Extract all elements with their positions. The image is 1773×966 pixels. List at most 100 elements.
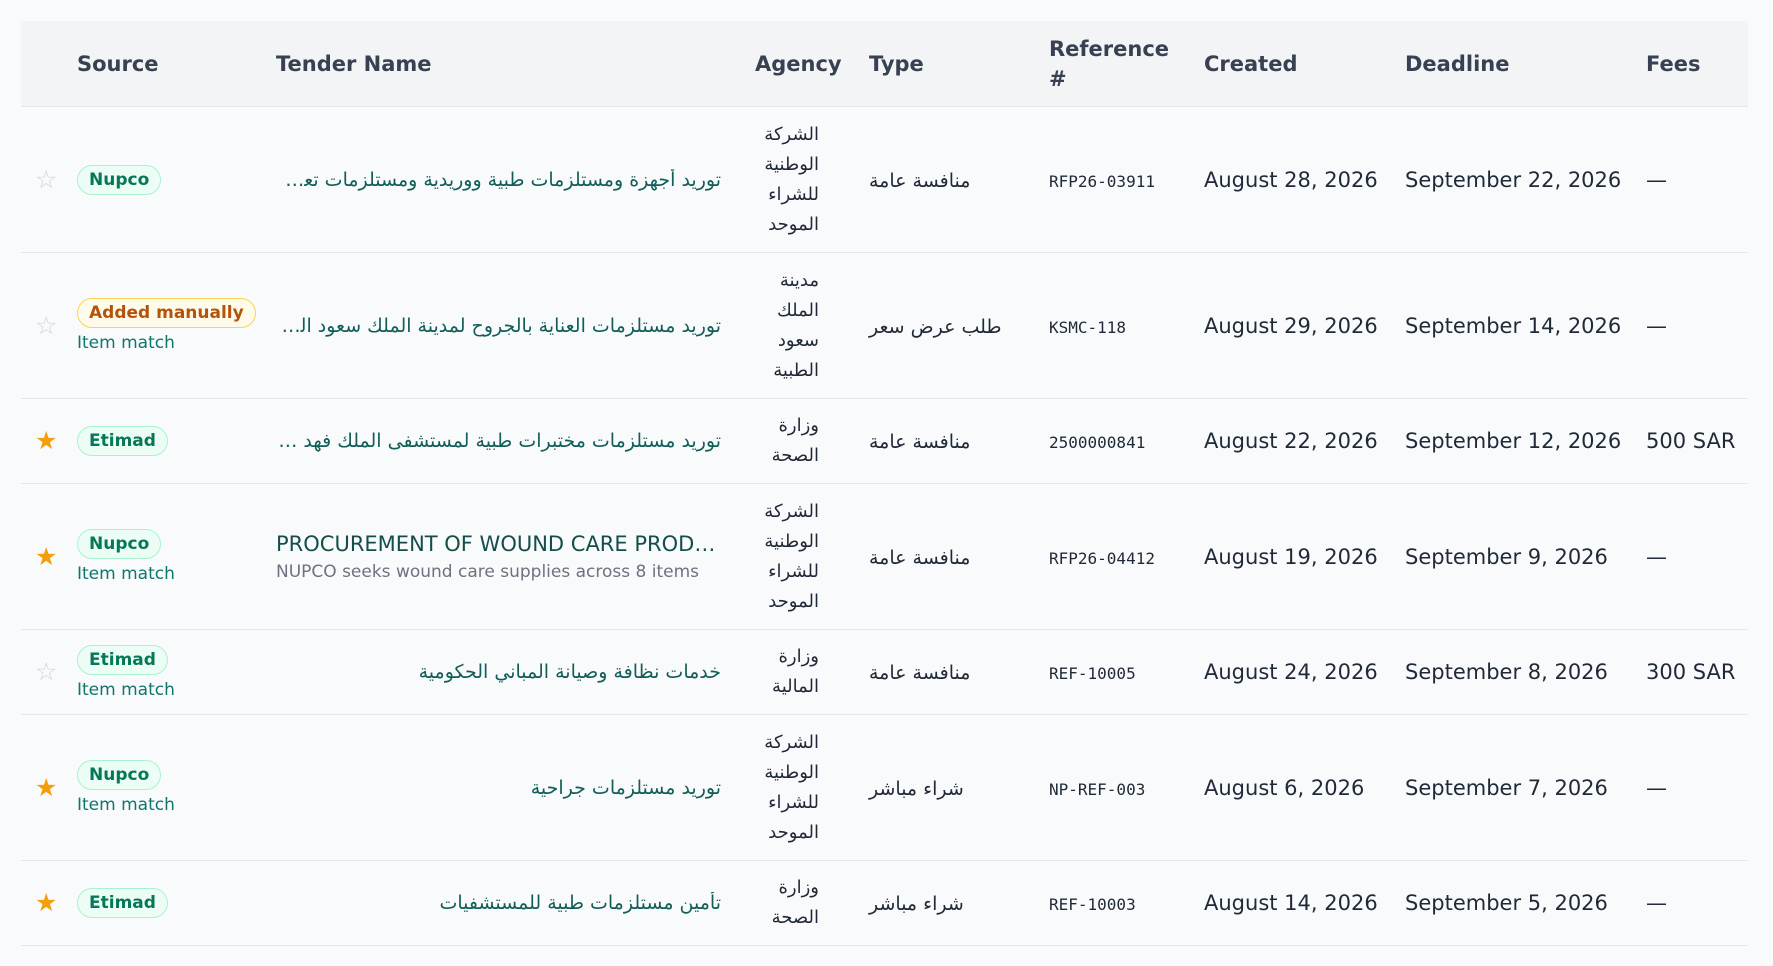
table-row[interactable]: ☆ Etimad Item match خدمات نظافة وصيانة ا… <box>21 629 1748 715</box>
source-badge: Etimad <box>77 888 168 918</box>
source-cell: Nupco <box>67 106 266 253</box>
source-cell: Nupco Item match <box>67 483 266 630</box>
created-date: August 6, 2026 <box>1204 775 1365 800</box>
source-badge: Etimad <box>77 426 168 456</box>
star-cell: ★ <box>21 860 67 946</box>
created-date: August 14, 2026 <box>1204 891 1378 915</box>
deadline-cell: September 9, 2026 <box>1395 483 1636 630</box>
created-cell: August 28, 2026 <box>1194 106 1395 253</box>
star-icon[interactable]: ☆ <box>35 167 57 192</box>
star-cell: ☆ <box>21 629 67 715</box>
agency-cell: وزارة المالية <box>745 629 859 715</box>
tender-name-cell: توريد مستلزمات مختبرات طبية لمستشفى المل… <box>266 398 745 484</box>
type-cell: منافسة عامة <box>859 629 1039 715</box>
fees-value: — <box>1646 167 1667 192</box>
type-cell: منافسة عامة <box>859 483 1039 630</box>
column-header-deadline[interactable]: Deadline <box>1395 21 1636 107</box>
source-cell: Etimad <box>67 398 266 484</box>
created-date: August 22, 2026 <box>1204 429 1378 453</box>
tender-name-cell: توريد مستلزمات جراحية <box>266 714 745 861</box>
star-cell: ☆ <box>21 252 67 399</box>
deadline-date: September 9, 2026 <box>1405 544 1608 569</box>
reference-cell: NP-REF-003 <box>1039 714 1194 861</box>
deadline-cell: September 5, 2026 <box>1395 860 1636 946</box>
tender-name-link[interactable]: تأمين مستلزمات طبية للمستشفيات <box>276 892 721 914</box>
created-cell: August 6, 2026 <box>1194 714 1395 861</box>
tender-name-cell: تأمين مستلزمات طبية للمستشفيات <box>266 860 745 946</box>
created-cell: August 24, 2026 <box>1194 629 1395 715</box>
star-icon[interactable]: ★ <box>35 890 57 915</box>
star-cell: ★ <box>21 714 67 861</box>
tender-name-link[interactable]: خدمات نظافة وصيانة المباني الحكومية <box>276 661 721 683</box>
type-cell: شراء مباشر <box>859 860 1039 946</box>
source-badge: Etimad <box>77 644 168 675</box>
created-cell: August 22, 2026 <box>1194 398 1395 484</box>
type-cell: منافسة عامة <box>859 106 1039 253</box>
column-header-fees[interactable]: Fees <box>1636 21 1748 107</box>
tender-type: منافسة عامة <box>869 662 971 684</box>
created-date: August 29, 2026 <box>1204 313 1378 338</box>
tender-description: NUPCO seeks wound care supplies across 8… <box>276 561 699 582</box>
star-icon[interactable]: ☆ <box>35 659 57 684</box>
table-row[interactable]: ☆ Added manually Item match توريد مستلزم… <box>21 252 1748 399</box>
reference-cell: REF-10005 <box>1039 629 1194 715</box>
tenders-table-container: Source Tender Name Agency Type Reference… <box>21 21 1748 946</box>
table-row[interactable]: ★ Etimad توريد مستلزمات مختبرات طبية لمس… <box>21 398 1748 484</box>
column-header-agency[interactable]: Agency <box>745 21 859 107</box>
tender-type: طلب عرض سعر <box>869 315 1002 338</box>
tender-type: منافسة عامة <box>869 546 971 569</box>
tender-name-link[interactable]: توريد مستلزمات جراحية <box>276 777 721 799</box>
reference-cell: KSMC-118 <box>1039 252 1194 399</box>
reference-cell: RFP26-04412 <box>1039 483 1194 630</box>
agency-name: مدينة الملك سعود الطبية <box>773 269 819 381</box>
deadline-date: September 12, 2026 <box>1405 429 1622 453</box>
created-date: August 19, 2026 <box>1204 544 1378 569</box>
agency-name: وزارة الصحة <box>771 415 819 466</box>
created-date: August 24, 2026 <box>1204 660 1378 684</box>
star-icon[interactable]: ★ <box>35 428 57 453</box>
column-header-type[interactable]: Type <box>859 21 1039 107</box>
reference-number: NP-REF-003 <box>1049 779 1146 799</box>
created-cell: August 19, 2026 <box>1194 483 1395 630</box>
tender-name-link[interactable]: توريد أجهزة ومستلزمات طبية ووريدية ومستل… <box>276 169 721 191</box>
agency-name: الشركة الوطنية للشراء الموحد <box>764 123 819 235</box>
source-badge: Added manually <box>77 298 256 328</box>
deadline-date: September 22, 2026 <box>1405 167 1622 192</box>
fees-cell: — <box>1636 106 1748 253</box>
type-cell: شراء مباشر <box>859 714 1039 861</box>
column-header-source[interactable]: Source <box>67 21 266 107</box>
reference-number: RFP26-04412 <box>1049 548 1155 568</box>
reference-number: REF-10005 <box>1049 664 1136 683</box>
star-icon[interactable]: ★ <box>35 775 57 800</box>
deadline-cell: September 8, 2026 <box>1395 629 1636 715</box>
table-header-row: Source Tender Name Agency Type Reference… <box>21 21 1748 107</box>
tender-name-link[interactable]: PROCUREMENT OF WOUND CARE PRODUCTS <box>276 532 721 556</box>
item-match-label: Item match <box>77 679 175 700</box>
item-match-label: Item match <box>77 333 175 353</box>
tender-name-cell: توريد أجهزة ومستلزمات طبية ووريدية ومستل… <box>266 106 745 253</box>
agency-cell: وزارة الصحة <box>745 398 859 484</box>
column-header-created[interactable]: Created <box>1194 21 1395 107</box>
table-row[interactable]: ★ Nupco Item match PROCUREMENT OF WOUND … <box>21 483 1748 630</box>
table-row[interactable]: ★ Nupco Item match توريد مستلزمات جراحية… <box>21 714 1748 861</box>
tender-name-link[interactable]: توريد مستلزمات مختبرات طبية لمستشفى المل… <box>276 430 721 452</box>
star-icon[interactable]: ★ <box>35 544 57 569</box>
deadline-cell: September 7, 2026 <box>1395 714 1636 861</box>
agency-name: الشركة الوطنية للشراء الموحد <box>764 500 819 612</box>
table-row[interactable]: ☆ Nupco توريد أجهزة ومستلزمات طبية ووريد… <box>21 106 1748 253</box>
star-icon[interactable]: ☆ <box>35 313 57 338</box>
column-header-tender-name[interactable]: Tender Name <box>266 21 745 107</box>
source-cell: Etimad Item match <box>67 629 266 715</box>
reference-number: 2500000841 <box>1049 433 1146 452</box>
tenders-table: Source Tender Name Agency Type Reference… <box>21 21 1748 946</box>
fees-value: — <box>1646 891 1667 915</box>
table-row[interactable]: ★ Etimad تأمين مستلزمات طبية للمستشفيات … <box>21 860 1748 946</box>
agency-cell: الشركة الوطنية للشراء الموحد <box>745 714 859 861</box>
deadline-date: September 14, 2026 <box>1405 313 1622 338</box>
tender-name-link[interactable]: توريد مستلزمات العناية بالجروح لمدينة ال… <box>276 315 721 337</box>
type-cell: منافسة عامة <box>859 398 1039 484</box>
column-header-reference[interactable]: Reference # <box>1039 21 1194 107</box>
deadline-date: September 5, 2026 <box>1405 891 1608 915</box>
fees-cell: — <box>1636 483 1748 630</box>
fees-cell: — <box>1636 252 1748 399</box>
